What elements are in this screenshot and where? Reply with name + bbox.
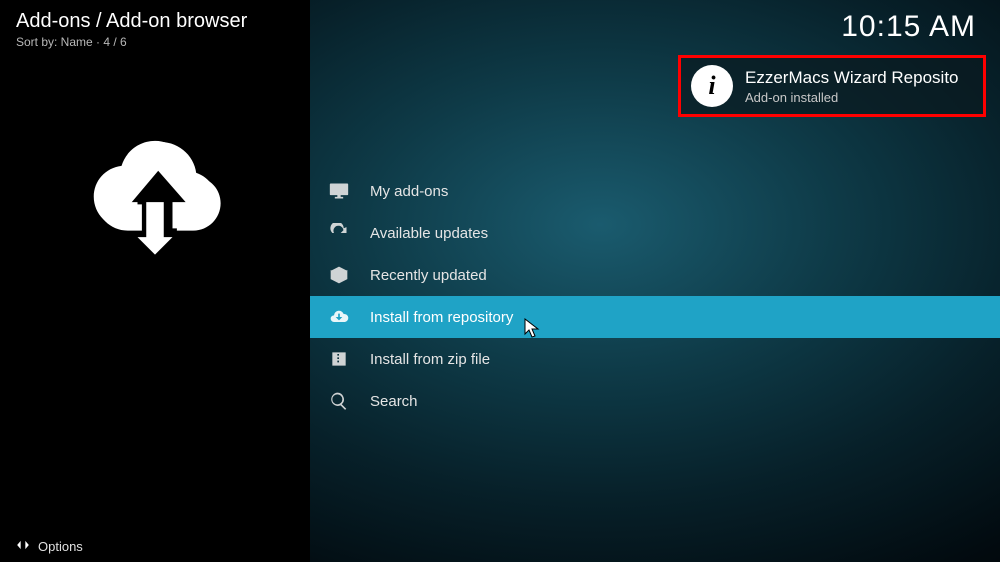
menu-item-label: My add-ons	[370, 183, 1000, 200]
menu-item-label: Search	[370, 393, 1000, 410]
notification-text: EzzerMacs Wizard Reposito Add-on install…	[745, 68, 959, 105]
menu-item-install-from-zip[interactable]: Install from zip file	[310, 338, 1000, 380]
addon-menu: My add-ons Available updates Recently up…	[310, 170, 1000, 422]
monitor-icon	[328, 180, 350, 202]
refresh-icon	[328, 222, 350, 244]
breadcrumb-title: Add-ons / Add-on browser	[16, 10, 294, 33]
breadcrumb-subline: Sort by: Name · 4 / 6	[16, 35, 294, 49]
menu-item-my-addons[interactable]: My add-ons	[310, 170, 1000, 212]
sidebar: Add-ons / Add-on browser Sort by: Name ·…	[0, 0, 310, 562]
zip-box-icon	[328, 348, 350, 370]
info-icon: i	[691, 65, 733, 107]
box-open-icon	[328, 264, 350, 286]
menu-item-install-from-repository[interactable]: Install from repository	[310, 296, 1000, 338]
menu-item-available-updates[interactable]: Available updates	[310, 212, 1000, 254]
menu-item-label: Install from repository	[370, 309, 1000, 326]
options-label: Options	[38, 539, 83, 554]
cloud-download-icon	[328, 306, 350, 328]
menu-item-label: Install from zip file	[370, 351, 1000, 368]
menu-item-recently-updated[interactable]: Recently updated	[310, 254, 1000, 296]
notification-title: EzzerMacs Wizard Reposito	[745, 68, 959, 88]
sidebar-large-icon-wrap	[0, 49, 310, 530]
menu-item-label: Recently updated	[370, 267, 1000, 284]
clock: 10:15 AM	[841, 10, 976, 44]
notification-toast: i EzzerMacs Wizard Reposito Add-on insta…	[678, 55, 986, 117]
notification-subtitle: Add-on installed	[745, 90, 959, 105]
breadcrumb: Add-ons / Add-on browser Sort by: Name ·…	[0, 0, 310, 49]
options-arrows-icon	[16, 538, 30, 555]
menu-item-search[interactable]: Search	[310, 380, 1000, 422]
cloud-download-large-icon	[80, 119, 230, 264]
menu-item-label: Available updates	[370, 225, 1000, 242]
search-icon	[328, 390, 350, 412]
options-button[interactable]: Options	[0, 530, 310, 562]
